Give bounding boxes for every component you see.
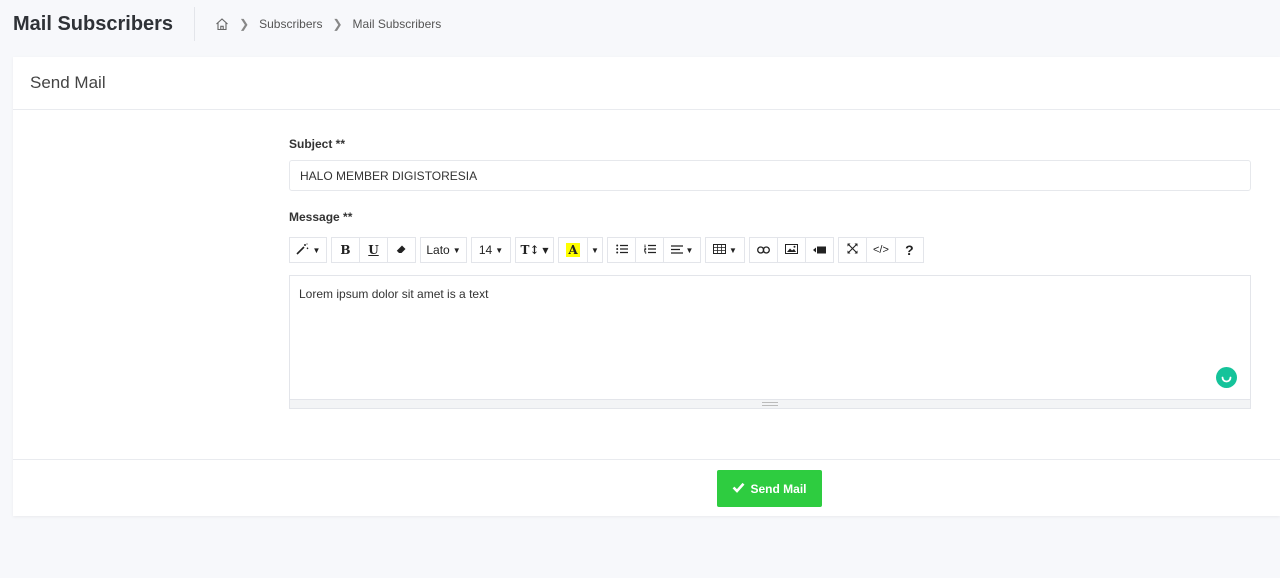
send-mail-card: Send Mail Subject ** Message ** ▼ B U La… (13, 57, 1280, 516)
page-title: Mail Subscribers (13, 7, 196, 41)
help-button[interactable]: ? (894, 237, 924, 263)
paragraph-align-dropdown[interactable]: ▼ (663, 237, 701, 263)
code-view-button[interactable]: </> (866, 237, 896, 263)
highlight-color-button[interactable]: A (558, 237, 588, 263)
image-button[interactable] (777, 237, 806, 263)
text-height-icon: T↕ (520, 243, 540, 257)
editor-resize-handle[interactable] (289, 400, 1251, 409)
chevron-right-icon: ❯ (332, 17, 343, 31)
code-icon: </> (873, 244, 889, 256)
align-left-icon (670, 243, 683, 257)
unordered-list-button[interactable] (607, 237, 636, 263)
link-icon (757, 243, 770, 257)
subject-label: Subject ** (289, 137, 346, 151)
eraser-icon (396, 243, 407, 257)
bold-button[interactable]: B (331, 237, 360, 263)
card-footer: Send Mail (13, 459, 1280, 516)
table-icon (713, 243, 727, 257)
message-editor[interactable]: Lorem ipsum dolor sit amet is a text (289, 275, 1251, 400)
bullet-list-icon (615, 243, 628, 257)
check-icon (732, 482, 745, 496)
color-dropdown-toggle[interactable]: ▼ (587, 237, 603, 263)
text-height-dropdown[interactable]: T↕ ▼ (515, 237, 554, 263)
editor-toolbar: ▼ B U Lato ▼ 14 ▼ T↕ ▼ A ▼ ▼ ▼ </> ? (289, 237, 928, 263)
table-dropdown[interactable]: ▼ (705, 237, 745, 263)
expand-icon (847, 243, 858, 257)
font-size-dropdown[interactable]: 14 ▼ (471, 237, 511, 263)
ordered-list-button[interactable] (635, 237, 664, 263)
home-icon[interactable] (215, 17, 229, 31)
grammarly-icon[interactable] (1216, 367, 1237, 388)
chevron-right-icon: ❯ (239, 17, 250, 31)
page-header: Mail Subscribers ❯ Subscribers ❯ Mail Su… (0, 0, 1280, 48)
font-name-value: Lato (426, 243, 450, 257)
magic-wand-icon (295, 243, 310, 258)
font-size-value: 14 (478, 243, 493, 257)
send-mail-label: Send Mail (750, 481, 807, 496)
magic-style-button[interactable]: ▼ (289, 237, 327, 263)
highlight-letter: A (566, 243, 580, 257)
video-button[interactable] (805, 237, 834, 263)
video-icon (813, 243, 826, 257)
clear-format-button[interactable] (387, 237, 416, 263)
card-title: Send Mail (13, 57, 1280, 110)
message-label: Message ** (289, 210, 353, 224)
breadcrumb: ❯ Subscribers ❯ Mail Subscribers (215, 17, 441, 31)
link-button[interactable] (749, 237, 778, 263)
font-name-dropdown[interactable]: Lato ▼ (420, 237, 467, 263)
image-icon (785, 243, 798, 257)
underline-button[interactable]: U (359, 237, 388, 263)
breadcrumb-mail-subscribers: Mail Subscribers (352, 17, 442, 31)
fullscreen-button[interactable] (838, 237, 867, 263)
grip-icon (762, 402, 778, 406)
subject-input[interactable] (289, 160, 1251, 191)
numbered-list-icon (643, 243, 656, 257)
breadcrumb-subscribers[interactable]: Subscribers (259, 17, 322, 31)
caret-down-icon: ▼ (591, 245, 599, 255)
send-mail-button[interactable]: Send Mail (717, 470, 822, 507)
